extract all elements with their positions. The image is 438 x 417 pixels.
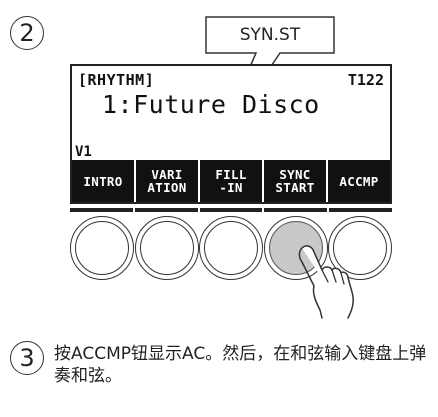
- divider-bar: [264, 208, 328, 212]
- softkey-buttons: [70, 216, 392, 282]
- variation-button[interactable]: [134, 216, 199, 280]
- lcd-rhythm-name: 1:Future Disco: [102, 90, 320, 119]
- lcd-softkey-row: INTRO VARI ATION FILL -IN SYNC START ACC…: [72, 160, 390, 202]
- fill-in-button[interactable]: [199, 216, 263, 280]
- step-2-number: 2: [10, 16, 44, 50]
- softkey-label-sync-start: SYNC START: [264, 160, 326, 202]
- step-3-instruction: 按ACCMP钮显示AC。然后，在和弦输入键盘上弹奏和弦。: [54, 344, 427, 386]
- step-3-digit: 3: [19, 344, 35, 372]
- lcd-tempo: T122: [347, 71, 384, 89]
- lcd-mode-label: [RHYTHM]: [78, 71, 155, 89]
- manual-figure: 2 SYN.ST [RHYTHM] T122 1:Future Disco V1…: [0, 0, 438, 417]
- divider-bar: [134, 208, 198, 212]
- softkey-label-accmp: ACCMP: [328, 160, 390, 202]
- button-face: [139, 221, 194, 275]
- callout-label: SYN.ST: [239, 25, 301, 45]
- button-face: [333, 221, 387, 275]
- softkey-label-variation: VARI ATION: [136, 160, 198, 202]
- softkey-label-intro: INTRO: [72, 160, 134, 202]
- softkey-label-fill-in: FILL -IN: [200, 160, 262, 202]
- accmp-button[interactable]: [328, 216, 392, 280]
- button-face: [75, 221, 129, 275]
- softkey-divider-bars: [70, 208, 392, 212]
- divider-bar: [70, 208, 133, 212]
- button-face: [204, 221, 258, 275]
- lcd-display: [RHYTHM] T122 1:Future Disco V1 INTRO VA…: [70, 64, 392, 204]
- step-3-number: 3: [10, 341, 44, 375]
- intro-button[interactable]: [70, 216, 134, 280]
- lcd-variation: V1: [75, 144, 92, 160]
- button-face-pressed: [268, 221, 323, 275]
- sync-start-button[interactable]: [263, 216, 328, 280]
- divider-bar: [329, 208, 392, 212]
- step-2-digit: 2: [19, 19, 35, 47]
- divider-bar: [199, 208, 263, 212]
